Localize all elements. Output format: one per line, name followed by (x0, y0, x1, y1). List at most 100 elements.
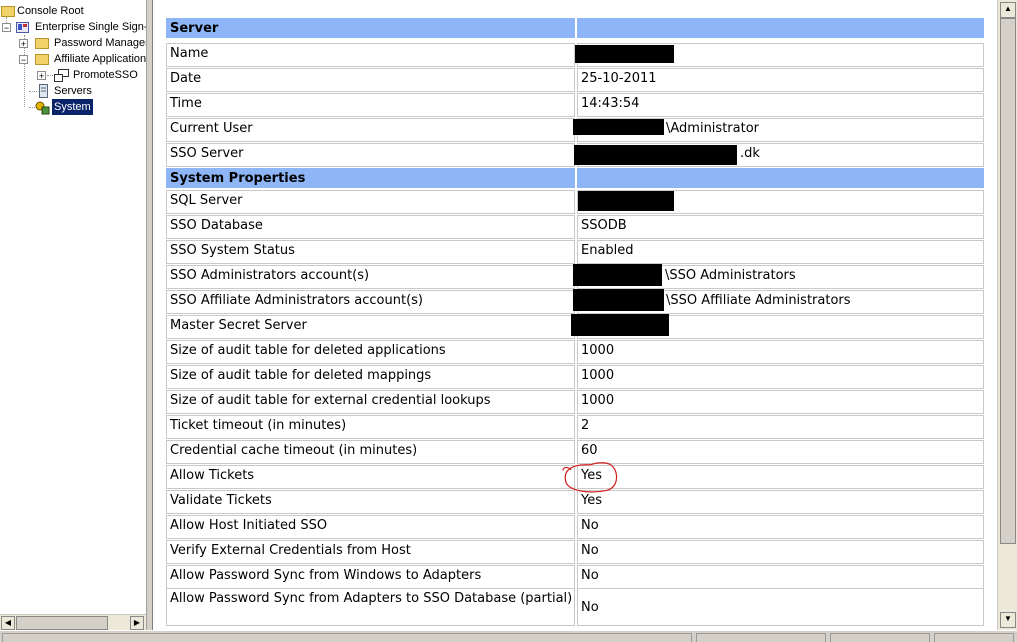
vertical-scrollbar[interactable]: ▲ ▼ (997, 0, 1017, 630)
folder-icon (35, 54, 49, 65)
section-title: Server (166, 18, 575, 38)
table-row: Allow Password Sync from Windows to Adap… (164, 565, 986, 589)
property-name: SSO Server (166, 143, 575, 167)
property-name: SSO Database (166, 215, 575, 239)
redaction-box (573, 264, 662, 286)
property-name: SSO Administrators account(s) (166, 265, 575, 289)
table-row: Size of audit table for external credent… (164, 390, 986, 414)
expand-icon[interactable]: + (37, 71, 46, 81)
table-row: Size of audit table for deleted mappings… (164, 365, 986, 389)
property-name: SQL Server (166, 190, 575, 214)
table-row: Verify External Credentials from Host No (164, 540, 986, 564)
property-value: Yes (577, 465, 984, 489)
tree-item-label: System (52, 99, 93, 115)
property-value: 60 (577, 440, 984, 464)
redaction-box (575, 45, 674, 63)
console-tree: Console Root − Enterprise Single Sign-C … (0, 0, 147, 630)
table-row: Size of audit table for deleted applicat… (164, 340, 986, 364)
property-value-text: \Administrator (666, 121, 759, 136)
scroll-down-icon[interactable]: ▼ (1000, 612, 1016, 628)
property-value: 1000 (577, 340, 984, 364)
property-name: SSO Affiliate Administrators account(s) (166, 290, 575, 314)
tree-horizontal-scrollbar[interactable]: ◀ ▶ (0, 614, 146, 630)
property-value: SSODB (577, 215, 984, 239)
property-value: No (577, 540, 984, 564)
property-value: .dk (574, 143, 984, 167)
property-value-text: \SSO Administrators (665, 268, 796, 283)
property-name: Size of audit table for deleted mappings (166, 365, 575, 389)
sso-snapin-icon (16, 21, 29, 34)
table-row: Credential cache timeout (in minutes) 60 (164, 440, 986, 464)
property-value: Enabled (577, 240, 984, 264)
property-value-text: \SSO Affiliate Administrators (666, 293, 851, 308)
property-name: Name (166, 43, 575, 67)
scroll-right-icon[interactable]: ▶ (130, 616, 144, 630)
tree-item-label: Enterprise Single Sign-C (35, 21, 147, 33)
scroll-thumb[interactable] (1000, 18, 1016, 544)
property-name: SSO System Status (166, 240, 575, 264)
table-row: Allow Tickets Yes (164, 465, 986, 489)
tree-connector (29, 91, 37, 92)
table-row: Master Secret Server (164, 314, 986, 339)
expand-icon[interactable]: + (19, 39, 28, 49)
section-header-row: System Properties (164, 168, 986, 188)
table-row: SSO System Status Enabled (164, 240, 986, 264)
table-row: SSO Server .dk (164, 143, 986, 167)
table-row: Name (164, 43, 986, 67)
table-row: Allow Host Initiated SSO No (164, 515, 986, 539)
property-value (571, 314, 984, 339)
property-name: Validate Tickets (166, 490, 575, 514)
table-row: Ticket timeout (in minutes) 2 (164, 415, 986, 439)
scroll-thumb[interactable] (16, 616, 108, 630)
property-value: 1000 (577, 365, 984, 389)
property-name: Allow Password Sync from Windows to Adap… (166, 565, 575, 589)
collapse-icon[interactable]: − (2, 23, 11, 33)
property-name: Size of audit table for deleted applicat… (166, 340, 575, 364)
redaction-box (574, 145, 737, 165)
property-value: 2 (577, 415, 984, 439)
redaction-box (571, 314, 669, 336)
section-header-row: Server (164, 18, 986, 38)
system-icon (35, 100, 50, 115)
tree-item-label: Console Root (17, 5, 84, 17)
table-row: Date 25-10-2011 (164, 68, 986, 92)
property-value: Yes (577, 490, 984, 514)
table-row: SSO Database SSODB (164, 215, 986, 239)
property-name: Ticket timeout (in minutes) (166, 415, 575, 439)
table-row: SQL Server (164, 190, 986, 214)
property-value (577, 168, 984, 188)
folder-icon (1, 6, 15, 17)
status-bar (0, 630, 1017, 642)
property-name: Size of audit table for external credent… (166, 390, 575, 414)
table-row: SSO Affiliate Administrators account(s) \… (164, 289, 986, 314)
table-row: Allow Password Sync from Adapters to SSO… (164, 588, 986, 626)
property-name: Date (166, 68, 575, 92)
property-value: 25-10-2011 (577, 68, 984, 92)
property-value: 1000 (577, 390, 984, 414)
section-title: System Properties (166, 168, 575, 188)
property-value (575, 43, 984, 67)
property-name: Current User (166, 118, 575, 142)
collapse-icon[interactable]: − (19, 55, 28, 65)
table-row: Current User \Administrator (164, 118, 986, 142)
tree-item-label: Servers (54, 85, 92, 97)
property-name: Credential cache timeout (in minutes) (166, 440, 575, 464)
folder-icon (35, 38, 49, 49)
property-name: Allow Password Sync from Adapters to SSO… (166, 588, 575, 626)
scroll-left-icon[interactable]: ◀ (1, 616, 15, 630)
property-name: Master Secret Server (166, 315, 575, 339)
property-value (577, 18, 984, 38)
table-row: Time 14:43:54 (164, 93, 986, 117)
property-name: Time (166, 93, 575, 117)
servers-icon (37, 84, 50, 98)
scroll-up-icon[interactable]: ▲ (1000, 2, 1016, 18)
property-value: \SSO Administrators (573, 264, 984, 289)
property-value-text: .dk (740, 146, 760, 161)
redaction-box (573, 119, 664, 135)
tree-item-label: PromoteSSO (73, 69, 138, 81)
table-row: SSO Administrators account(s) \SSO Admini… (164, 264, 986, 289)
property-value: No (577, 565, 984, 589)
redaction-box (578, 191, 674, 211)
tree-connector (24, 59, 25, 107)
property-name: Verify External Credentials from Host (166, 540, 575, 564)
